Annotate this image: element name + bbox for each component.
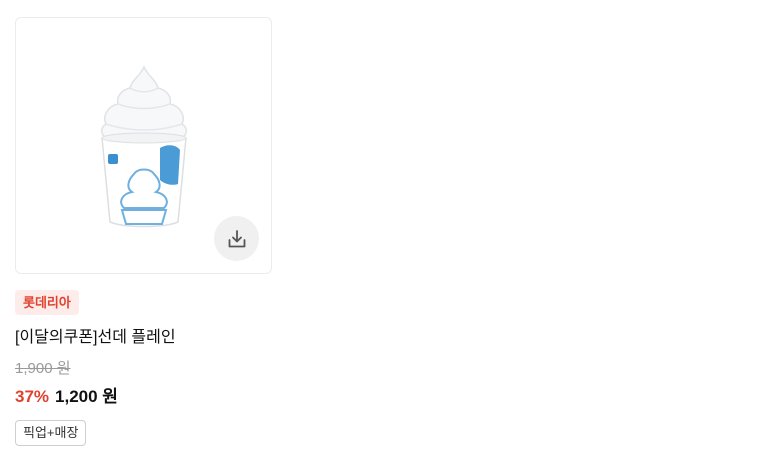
sale-price: 1,200 원 [55, 387, 118, 406]
price-row: 37% 1,200 원 [15, 382, 118, 407]
download-coupon-button[interactable] [214, 216, 259, 261]
product-title[interactable]: [이달의쿠폰]선데 플레인 [15, 323, 176, 347]
sundae-cup-image [101, 65, 187, 228]
usage-tag: 픽업+매장 [15, 420, 87, 446]
product-card[interactable]: 롯데리아 [이달의쿠폰]선데 플레인 1,900 원 37% 1,200 원 픽업… [15, 17, 272, 446]
product-thumbnail[interactable] [15, 17, 272, 274]
original-price: 1,900 원 [15, 360, 71, 377]
brand-badge: 롯데리아 [15, 290, 79, 315]
discount-rate: 37% [15, 387, 50, 406]
download-icon [228, 229, 245, 247]
